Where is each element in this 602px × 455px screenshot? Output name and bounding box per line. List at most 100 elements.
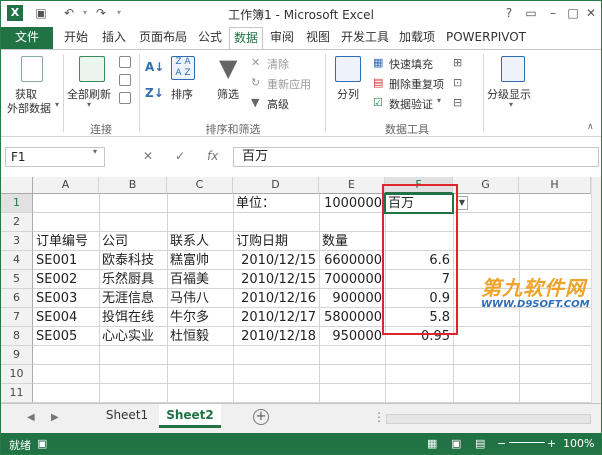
cell-d1[interactable]: 单位： [233, 194, 319, 213]
page-layout-view-icon[interactable]: ▣ [451, 437, 461, 450]
row-header-4[interactable]: 4 [1, 251, 33, 270]
cell-c6[interactable]: 马伟八 [167, 289, 233, 308]
cell-a3[interactable]: 订单编号 [33, 232, 99, 251]
what-if-icon[interactable]: ⊡ [453, 76, 462, 89]
row-header-10[interactable]: 10 [1, 365, 33, 384]
get-external-label-2[interactable]: 外部数据 [7, 100, 51, 116]
sheet-tab-sheet2[interactable]: Sheet2 [159, 404, 221, 428]
consolidate-icon[interactable]: ⊞ [453, 56, 462, 69]
tab-addins[interactable]: 加载项 [395, 27, 439, 49]
cell-a6[interactable]: SE003 [33, 289, 99, 308]
row-header-7[interactable]: 7 [1, 308, 33, 327]
column-header-b[interactable]: B [99, 177, 167, 194]
zoom-level[interactable]: 100% [563, 437, 594, 450]
name-box[interactable]: F1 [5, 147, 105, 167]
data-validation-dropdown-icon[interactable]: ▾ [437, 96, 441, 105]
sort-button[interactable]: 排序 [171, 86, 193, 102]
zoom-out-icon[interactable]: − [497, 437, 506, 450]
cell-b3[interactable]: 公司 [99, 232, 167, 251]
cell-c5[interactable]: 百福美 [167, 270, 233, 289]
cell-c7[interactable]: 牛尔多 [167, 308, 233, 327]
zoom-in-icon[interactable]: + [547, 437, 556, 450]
tab-splitter-icon[interactable]: ⋮ [373, 410, 385, 424]
cell-e5[interactable]: 7000000 [319, 270, 385, 289]
row-header-8[interactable]: 8 [1, 327, 33, 346]
properties-icon[interactable] [119, 74, 131, 86]
column-header-d[interactable]: D [233, 177, 319, 194]
sheet-tab-sheet1[interactable]: Sheet1 [97, 404, 157, 428]
vertical-scrollbar[interactable] [591, 177, 601, 403]
formula-input[interactable]: 百万 [233, 147, 599, 167]
sort-az-icon[interactable]: A↓ [145, 60, 164, 74]
normal-view-icon[interactable]: ▦ [427, 437, 437, 450]
data-validation-button[interactable]: 数据验证 [389, 96, 433, 112]
cell-e4[interactable]: 6600000 [319, 251, 385, 270]
cell-b5[interactable]: 乐然厨具 [99, 270, 167, 289]
tab-review[interactable]: 审阅 [265, 27, 299, 49]
cell-d4[interactable]: 2010/12/15 [233, 251, 319, 270]
cell-b6[interactable]: 无涯信息 [99, 289, 167, 308]
sort-za-icon[interactable]: Z↓ [145, 86, 164, 100]
row-header-9[interactable]: 9 [1, 346, 33, 365]
cell-e7[interactable]: 5800000 [319, 308, 385, 327]
row-header-2[interactable]: 2 [1, 213, 33, 232]
zoom-slider[interactable] [509, 442, 545, 443]
column-header-c[interactable]: C [167, 177, 233, 194]
refresh-dropdown-icon[interactable]: ▾ [87, 100, 91, 109]
text-to-columns-button[interactable]: 分列 [337, 86, 359, 102]
tab-developer[interactable]: 开发工具 [337, 27, 393, 49]
column-header-a[interactable]: A [33, 177, 99, 194]
column-header-h[interactable]: H [519, 177, 591, 194]
edit-links-icon[interactable] [119, 92, 131, 104]
row-header-1[interactable]: 1 [1, 194, 33, 213]
cell-b4[interactable]: 欧泰科技 [99, 251, 167, 270]
cell-a7[interactable]: SE004 [33, 308, 99, 327]
cell-c3[interactable]: 联系人 [167, 232, 233, 251]
cell-d8[interactable]: 2010/12/18 [233, 327, 319, 346]
flash-fill-button[interactable]: 快速填充 [389, 56, 433, 72]
column-header-e[interactable]: E [319, 177, 385, 194]
row-header-3[interactable]: 3 [1, 232, 33, 251]
row-header-6[interactable]: 6 [1, 289, 33, 308]
connections-icon[interactable] [119, 56, 131, 68]
tab-formulas[interactable]: 公式 [193, 27, 227, 49]
cell-d3[interactable]: 订购日期 [233, 232, 319, 251]
cell-e1[interactable]: 1000000 [319, 194, 385, 213]
clear-button[interactable]: 清除 [267, 56, 289, 72]
cell-b8[interactable]: 心心实业 [99, 327, 167, 346]
cell-d7[interactable]: 2010/12/17 [233, 308, 319, 327]
cell-c4[interactable]: 糕富帅 [167, 251, 233, 270]
collapse-ribbon-icon[interactable]: ∧ [587, 122, 594, 132]
row-header-11[interactable]: 11 [1, 384, 33, 403]
tab-insert[interactable]: 插入 [97, 27, 131, 49]
cell-d5[interactable]: 2010/12/15 [233, 270, 319, 289]
remove-duplicates-button[interactable]: 删除重复项 [389, 76, 444, 92]
maximize-icon[interactable]: □ [563, 4, 583, 22]
add-sheet-icon[interactable]: + [253, 409, 269, 425]
enter-icon[interactable]: ✓ [175, 149, 185, 163]
column-header-g[interactable]: G [453, 177, 519, 194]
name-box-dropdown-icon[interactable]: ▾ [93, 147, 97, 156]
cell-b7[interactable]: 投饵在线 [99, 308, 167, 327]
page-break-view-icon[interactable]: ▤ [475, 437, 485, 450]
tab-powerpivot[interactable]: POWERPIVOT [441, 27, 531, 49]
cell-d6[interactable]: 2010/12/16 [233, 289, 319, 308]
cell-a8[interactable]: SE005 [33, 327, 99, 346]
tab-home[interactable]: 开始 [59, 27, 93, 49]
row-header-5[interactable]: 5 [1, 270, 33, 289]
tab-data[interactable]: 数据 [229, 27, 263, 49]
cell-a4[interactable]: SE001 [33, 251, 99, 270]
advanced-button[interactable]: 高级 [267, 96, 289, 112]
cell-e6[interactable]: 900000 [319, 289, 385, 308]
worksheet-grid[interactable]: A B C D E F G H 1 2 3 4 5 6 7 8 9 10 11 [1, 177, 591, 403]
reapply-button[interactable]: 重新应用 [267, 76, 311, 92]
cell-c8[interactable]: 杜恒毅 [167, 327, 233, 346]
outline-dropdown-icon[interactable]: ▾ [509, 100, 513, 109]
cell-a5[interactable]: SE002 [33, 270, 99, 289]
close-icon[interactable]: ✕ [581, 4, 601, 22]
filter-button[interactable]: 筛选 [217, 86, 239, 102]
cancel-icon[interactable]: ✕ [143, 149, 153, 163]
tab-file[interactable]: 文件 [1, 27, 53, 49]
insert-function-icon[interactable]: fx [207, 149, 218, 163]
tab-view[interactable]: 视图 [301, 27, 335, 49]
